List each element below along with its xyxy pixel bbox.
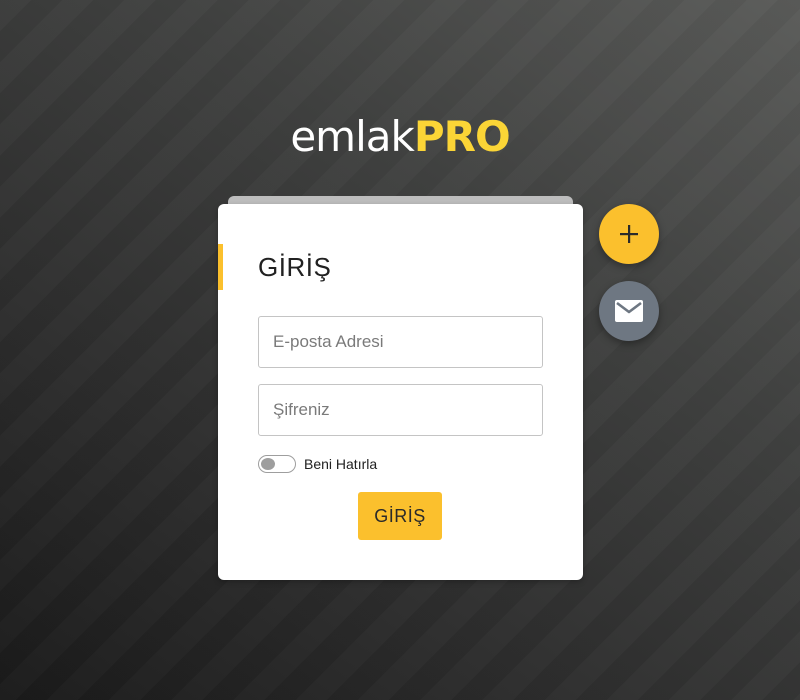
mail-fab-button[interactable]: [599, 281, 659, 341]
password-field[interactable]: [258, 384, 543, 436]
brand-logo: emlakPRO: [0, 112, 800, 162]
email-field[interactable]: [258, 316, 543, 368]
plus-icon: [620, 225, 638, 243]
logo-text-pro: PRO: [413, 112, 511, 161]
login-submit-button[interactable]: GİRİŞ: [358, 492, 442, 540]
login-title: GİRİŞ: [258, 252, 332, 282]
card-title-accent-bar: [218, 244, 223, 290]
remember-me-row: Beni Hatırla: [258, 454, 377, 474]
login-card: GİRİŞ Beni Hatırla GİRİŞ: [218, 204, 583, 580]
toggle-knob: [261, 458, 275, 470]
remember-me-label[interactable]: Beni Hatırla: [304, 456, 377, 472]
remember-me-toggle[interactable]: [258, 455, 296, 473]
add-fab-button[interactable]: [599, 204, 659, 264]
logo-text-emlak: emlak: [290, 112, 414, 161]
mail-icon: [615, 300, 643, 322]
